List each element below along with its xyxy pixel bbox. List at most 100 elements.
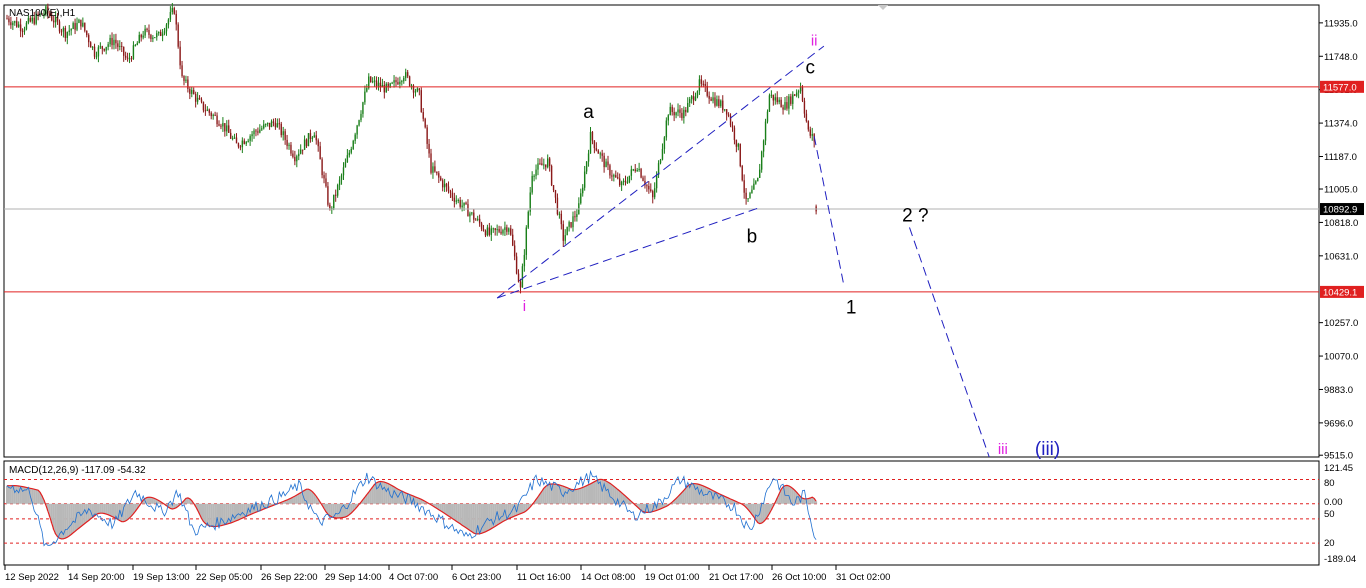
candle <box>801 85 804 103</box>
candle-body <box>101 46 104 49</box>
candle-body <box>712 97 714 101</box>
candle-body <box>700 79 703 84</box>
candle <box>12 20 14 31</box>
candle-body <box>249 136 251 141</box>
candle <box>438 171 440 184</box>
macd-histogram-bar <box>700 485 703 504</box>
candle-body <box>593 140 596 149</box>
candle-body <box>212 114 214 117</box>
candle <box>694 92 697 102</box>
candle <box>562 220 564 248</box>
candle-body <box>299 149 302 154</box>
candle-body <box>239 146 242 148</box>
candle-body <box>463 202 465 206</box>
candle-body <box>241 140 244 148</box>
candle-body <box>364 91 366 103</box>
candle-body <box>650 189 652 192</box>
macd-histogram-bar <box>293 496 296 504</box>
candle-body <box>478 218 481 224</box>
candle-body <box>589 131 592 154</box>
macd-histogram-bar <box>295 494 298 504</box>
candle <box>747 198 749 202</box>
candle <box>751 185 753 194</box>
candle-body <box>469 213 471 217</box>
macd-histogram-bar <box>484 503 487 532</box>
candle <box>471 211 473 216</box>
candle-body <box>58 21 61 32</box>
candle <box>206 106 209 112</box>
candle <box>480 221 483 232</box>
candle-body <box>733 127 736 140</box>
candle <box>512 228 514 247</box>
candle-body <box>177 24 179 47</box>
candle <box>630 165 633 181</box>
candle-body <box>523 254 526 267</box>
candle-body <box>702 83 705 85</box>
candle <box>408 75 411 87</box>
candle <box>358 119 360 127</box>
macd-tick-label: -189.04 <box>1324 554 1356 565</box>
candle <box>311 135 314 142</box>
macd-histogram-bar <box>605 480 608 504</box>
candle <box>724 109 726 112</box>
macd-histogram-bar <box>468 503 471 531</box>
candle-body <box>681 112 683 119</box>
trading-chart[interactable]: iiiiii (iii)abc12 ? NAS100(E),H1 11935.01… <box>0 0 1366 588</box>
candle <box>198 95 201 100</box>
candle <box>82 17 84 28</box>
candle <box>187 76 189 93</box>
candle <box>455 195 457 205</box>
candle-body <box>690 96 693 100</box>
candle <box>231 135 234 141</box>
candle-body <box>780 99 782 108</box>
candle <box>669 102 671 116</box>
candle-body <box>95 56 98 58</box>
candle-body <box>68 30 70 32</box>
candle-body <box>770 94 773 96</box>
candle <box>768 93 771 112</box>
candle-body <box>428 143 430 154</box>
candle <box>729 113 732 128</box>
candle <box>216 112 218 128</box>
price-tick-label: 10631.0 <box>1324 251 1358 262</box>
candle-body <box>21 31 24 33</box>
macd-histogram-bar <box>587 484 590 504</box>
candle <box>222 117 224 132</box>
candle-body <box>286 139 288 146</box>
candle-body <box>169 12 172 20</box>
macd-histogram-bar <box>554 484 557 504</box>
macd-histogram-bar <box>107 503 110 515</box>
candle <box>338 176 341 191</box>
candle-body <box>107 44 109 47</box>
candle-body <box>264 124 267 126</box>
candle-body <box>216 115 218 125</box>
candle-body <box>327 186 329 205</box>
candle <box>169 6 172 22</box>
candle-body <box>792 94 794 104</box>
candle-body <box>751 189 753 194</box>
candle <box>84 22 86 33</box>
candle <box>671 104 673 116</box>
candle-body <box>23 29 26 32</box>
candle <box>76 17 78 32</box>
macd-histogram-bar <box>35 489 38 504</box>
time-tick-label: 26 Sep 22:00 <box>261 572 318 583</box>
candle <box>193 87 195 95</box>
candle-body <box>653 188 656 198</box>
candle <box>591 130 594 145</box>
wave-label: i <box>523 298 526 315</box>
candle-body <box>500 231 502 234</box>
candle-body <box>504 227 506 230</box>
candle-body <box>303 139 306 150</box>
candle <box>194 91 197 108</box>
candle-body <box>724 109 726 111</box>
candle-body <box>482 228 485 231</box>
candle-body <box>714 97 716 106</box>
macd-histogram-bar <box>575 489 578 504</box>
macd-tick-label: 50 <box>1324 509 1335 520</box>
candle <box>270 119 273 128</box>
macd-histogram-bar <box>307 489 310 504</box>
macd-histogram-bar <box>231 503 234 523</box>
candle <box>401 79 403 86</box>
candle-body <box>200 99 203 102</box>
